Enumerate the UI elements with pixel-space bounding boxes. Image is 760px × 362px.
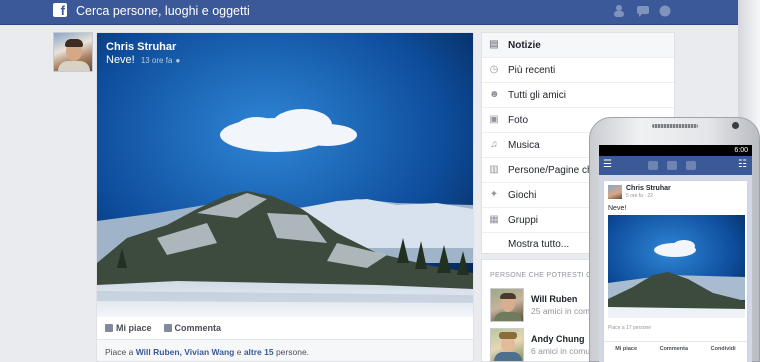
post-timestamp[interactable]: 13 ore fa xyxy=(141,56,173,65)
mobile-author-name[interactable]: Chris Struhar xyxy=(626,185,671,192)
feed-post: Chris Struhar Neve! 13 ore fa ● Mi piace… xyxy=(96,32,474,362)
groups-icon: ▦ xyxy=(489,214,499,225)
menu-item-label: Giochi xyxy=(508,189,537,201)
likes-others-link[interactable]: altre 15 xyxy=(244,347,274,357)
games-icon: ✦ xyxy=(489,189,499,200)
menu-item-label: Persone/Pagine che xyxy=(508,164,599,176)
menu-item-amici[interactable]: ☻ Tutti gli amici xyxy=(482,83,674,108)
likes-suffix: persone. xyxy=(273,347,310,357)
menu-item-label: Musica xyxy=(508,139,540,151)
menu-item-label: Notizie xyxy=(508,39,541,51)
top-icons-group xyxy=(614,4,672,17)
friend-requests-icon[interactable]: ☷ xyxy=(738,160,747,170)
messages-icon[interactable] xyxy=(667,161,677,170)
menu-item-label: Foto xyxy=(508,114,529,126)
news-icon: ▤ xyxy=(489,39,499,50)
mobile-like-button[interactable]: Mi piace xyxy=(615,346,637,352)
mobile-post-photo[interactable] xyxy=(608,215,745,318)
person-avatar[interactable] xyxy=(490,288,524,322)
post-photo[interactable]: Chris Struhar Neve! 13 ore fa ● xyxy=(97,33,473,317)
menu-item-notizie[interactable]: ▤ Notizie xyxy=(482,33,674,58)
snow-mountain-photo xyxy=(97,33,473,317)
hamburger-menu-icon[interactable]: ☰ xyxy=(603,160,612,170)
thumbs-up-icon xyxy=(105,324,113,332)
phone-camera xyxy=(732,122,739,129)
menu-item-label: Gruppi xyxy=(508,214,539,226)
post-text: Neve! xyxy=(106,54,135,66)
menu-item-label: Tutti gli amici xyxy=(508,89,566,101)
comment-label: Commenta xyxy=(174,323,222,333)
mobile-top-bar: ☰ ☷ xyxy=(599,156,752,175)
menu-item-recenti[interactable]: ◷ Più recenti xyxy=(482,58,674,83)
snow-mountain-photo xyxy=(608,215,745,318)
mobile-comment-button[interactable]: Commenta xyxy=(660,346,688,352)
messages-icon[interactable] xyxy=(636,4,650,17)
mobile-nav-icons xyxy=(648,161,696,170)
person-name[interactable]: Andy Chung xyxy=(531,334,590,344)
menu-item-label: Mostra tutto... xyxy=(508,239,570,250)
menu-item-label: Più recenti xyxy=(508,64,556,76)
pymk-title: PERSONE CHE POTRESTI C xyxy=(490,272,592,279)
pages-icon: ▥ xyxy=(489,164,499,175)
top-navigation-bar: f Cerca persone, luoghi e oggetti xyxy=(0,0,738,25)
friends-icon[interactable] xyxy=(648,161,658,170)
globe-icon: ● xyxy=(175,56,181,65)
mutual-friends[interactable]: 6 amici in comu xyxy=(531,346,590,356)
mobile-post-actions: Mi piace Commenta Condividi xyxy=(604,341,747,352)
clock-icon: ◷ xyxy=(489,64,499,75)
status-time: 6:00 xyxy=(734,147,748,154)
notifications-icon[interactable] xyxy=(686,161,696,170)
post-author-name[interactable]: Chris Struhar xyxy=(106,41,176,53)
mobile-post: Chris Struhar 5 ore fa · 22 Neve! Piace … xyxy=(603,180,748,362)
comment-button[interactable]: Commenta xyxy=(163,323,222,333)
pymk-person[interactable]: Andy Chung 6 amici in comu xyxy=(490,328,590,362)
like-button[interactable]: Mi piace xyxy=(105,323,152,333)
post-meta: Neve! 13 ore fa ● xyxy=(106,54,180,66)
phone-screen: 6:00 ☰ ☷ Chris Struhar 5 ore fa · 22 Nev… xyxy=(599,145,752,362)
notifications-icon[interactable] xyxy=(658,4,672,17)
search-input[interactable]: Cerca persone, luoghi e oggetti xyxy=(76,4,250,18)
mobile-author-avatar[interactable] xyxy=(608,185,622,199)
like-label: Mi piace xyxy=(116,323,152,333)
phone-status-bar: 6:00 xyxy=(599,145,752,156)
likes-mid: e xyxy=(234,347,244,357)
mobile-post-text: Neve! xyxy=(608,205,627,212)
phone-speaker xyxy=(652,124,698,128)
mobile-share-button[interactable]: Condividi xyxy=(711,346,736,352)
friends-icon[interactable] xyxy=(614,4,628,17)
mobile-likes-summary[interactable]: Piace a 17 persone xyxy=(608,325,651,331)
post-actions: Mi piace Commenta xyxy=(105,323,221,333)
friends-icon: ☻ xyxy=(489,89,500,100)
pymk-person[interactable]: Will Ruben 25 amici in comune xyxy=(490,288,604,322)
music-icon: ♫ xyxy=(490,139,498,150)
author-avatar[interactable] xyxy=(53,32,93,72)
mobile-post-time: 5 ore fa · 22 xyxy=(626,193,653,199)
mobile-phone-mockup: 6:00 ☰ ☷ Chris Struhar 5 ore fa · 22 Nev… xyxy=(589,117,760,362)
likes-summary: Piace a Will Ruben, Vivian Wang e altre … xyxy=(97,339,473,361)
person-avatar[interactable] xyxy=(490,328,524,362)
comment-icon xyxy=(163,324,172,332)
likes-names-link[interactable]: Will Ruben, Vivian Wang xyxy=(136,347,235,357)
mobile-feed: Chris Struhar 5 ore fa · 22 Neve! Piace … xyxy=(599,175,752,362)
photo-icon: ▣ xyxy=(489,114,499,125)
facebook-logo-icon[interactable]: f xyxy=(53,3,67,18)
likes-prefix: Piace a xyxy=(105,347,136,357)
